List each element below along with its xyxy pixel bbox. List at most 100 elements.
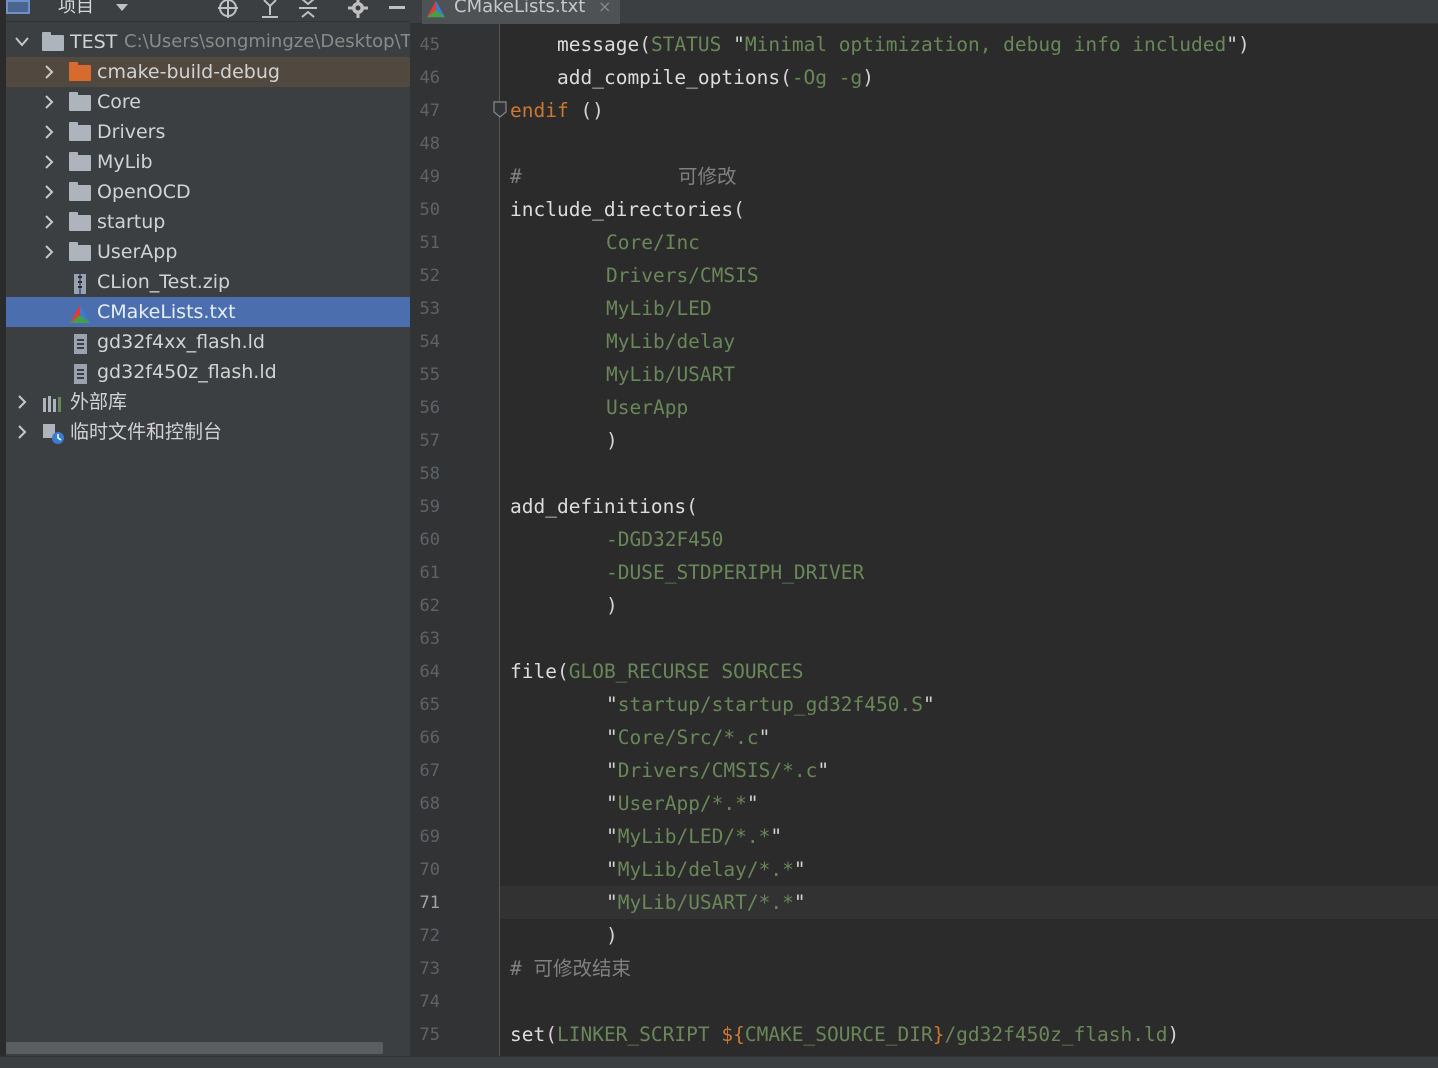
code-include-dir[interactable]: UserApp bbox=[606, 397, 688, 419]
tree-item-label: gd32f4xx_flash.ld bbox=[97, 331, 265, 353]
code-line[interactable]: file(GLOB_RECURSE SOURCES bbox=[510, 661, 804, 683]
editor-tab-bar: CMakeLists.txt × bbox=[410, 0, 1438, 24]
folder-icon bbox=[69, 182, 91, 201]
folder-icon bbox=[69, 62, 91, 81]
line-number: 49 bbox=[419, 167, 440, 187]
folder-icon bbox=[69, 212, 91, 231]
line-number: 62 bbox=[419, 596, 440, 616]
chevron-right-icon[interactable] bbox=[41, 207, 57, 237]
line-number: 63 bbox=[419, 629, 440, 649]
line-number: 56 bbox=[419, 398, 440, 418]
code-close-paren[interactable]: ) bbox=[606, 925, 618, 947]
chevron-right-icon[interactable] bbox=[41, 177, 57, 207]
code-line[interactable]: add_definitions( bbox=[510, 496, 698, 518]
line-number: 74 bbox=[419, 992, 440, 1012]
code-close-paren[interactable]: ) bbox=[606, 430, 618, 452]
code-include-dir[interactable]: Core/Inc bbox=[606, 232, 700, 254]
code-include-dir[interactable]: MyLib/delay bbox=[606, 331, 735, 353]
folder-icon bbox=[69, 92, 91, 111]
tree-scratches-consoles[interactable]: 临时文件和控制台 bbox=[6, 417, 410, 447]
code-comment[interactable]: # 可修改 bbox=[510, 166, 737, 188]
code-source-glob[interactable]: "Drivers/CMSIS/*.c" bbox=[606, 760, 829, 782]
tree-item-mylib[interactable]: MyLib bbox=[6, 147, 410, 177]
fold-marker-icon[interactable] bbox=[493, 101, 507, 118]
tree-item-label: startup bbox=[97, 211, 166, 233]
tree-item-label: CLion_Test.zip bbox=[97, 271, 231, 293]
code-source-glob[interactable]: "UserApp/*.*" bbox=[606, 793, 759, 815]
text-file-icon bbox=[69, 363, 91, 384]
chevron-down-icon[interactable] bbox=[110, 0, 134, 18]
line-number: 52 bbox=[419, 266, 440, 286]
project-icon bbox=[6, 0, 30, 14]
project-panel-header: 项目 bbox=[6, 0, 410, 22]
line-number: 73 bbox=[419, 959, 440, 979]
code-close-paren[interactable]: ) bbox=[606, 595, 618, 617]
tree-item-gd32f4xx-flash[interactable]: gd32f4xx_flash.ld bbox=[6, 327, 410, 357]
tree-item-userapp[interactable]: UserApp bbox=[6, 237, 410, 267]
gear-icon[interactable] bbox=[344, 0, 372, 18]
project-panel-title[interactable]: 项目 bbox=[58, 0, 94, 17]
tree-root-test[interactable]: TEST C:\Users\songmingze\Desktop\TE bbox=[6, 27, 410, 57]
code-line[interactable]: message(STATUS "Minimal optimization, de… bbox=[557, 34, 1250, 56]
zip-file-icon bbox=[69, 273, 91, 294]
project-tree: TEST C:\Users\songmingze\Desktop\TE cmak… bbox=[6, 27, 410, 447]
line-number: 70 bbox=[419, 860, 440, 880]
code-source-glob[interactable]: "MyLib/delay/*.*" bbox=[606, 859, 806, 881]
chevron-right-icon[interactable] bbox=[14, 387, 30, 417]
tree-external-libraries-label: 外部库 bbox=[70, 391, 128, 413]
chevron-right-icon[interactable] bbox=[41, 117, 57, 147]
chevron-right-icon[interactable] bbox=[41, 57, 57, 87]
tree-item-drivers[interactable]: Drivers bbox=[6, 117, 410, 147]
tree-item-cmakelists[interactable]: CMakeLists.txt bbox=[6, 297, 410, 327]
line-number: 65 bbox=[419, 695, 440, 715]
tree-item-core[interactable]: Core bbox=[6, 87, 410, 117]
code-definition[interactable]: -DUSE_STDPERIPH_DRIVER bbox=[606, 562, 864, 584]
line-number: 55 bbox=[419, 365, 440, 385]
code-include-dir[interactable]: Drivers/CMSIS bbox=[606, 265, 759, 287]
code-source-glob[interactable]: "Core/Src/*.c" bbox=[606, 727, 770, 749]
library-icon bbox=[42, 393, 64, 412]
tree-item-label: cmake-build-debug bbox=[97, 61, 280, 83]
tree-item-label: CMakeLists.txt bbox=[97, 301, 236, 323]
tree-item-label: UserApp bbox=[97, 241, 178, 263]
code-definition[interactable]: -DGD32F450 bbox=[606, 529, 723, 551]
tree-item-cmake-build-debug[interactable]: cmake-build-debug bbox=[6, 57, 410, 87]
chevron-right-icon[interactable] bbox=[14, 417, 30, 447]
expand-all-icon[interactable] bbox=[256, 0, 284, 18]
tree-item-gd32f450z-flash[interactable]: gd32f450z_flash.ld bbox=[6, 357, 410, 387]
line-number: 67 bbox=[419, 761, 440, 781]
locate-target-icon[interactable] bbox=[214, 0, 242, 18]
tab-cmakelists[interactable]: CMakeLists.txt × bbox=[422, 0, 620, 24]
line-number: 69 bbox=[419, 827, 440, 847]
tree-item-startup[interactable]: startup bbox=[6, 207, 410, 237]
tree-item-label: OpenOCD bbox=[97, 181, 191, 203]
code-line[interactable]: endif () bbox=[510, 100, 604, 122]
code-source-glob[interactable]: "MyLib/LED/*.*" bbox=[606, 826, 782, 848]
tab-label: CMakeLists.txt bbox=[454, 0, 586, 17]
chevron-right-icon[interactable] bbox=[41, 147, 57, 177]
folder-icon bbox=[69, 242, 91, 261]
minimize-icon[interactable] bbox=[384, 0, 410, 18]
tree-external-libraries[interactable]: 外部库 bbox=[6, 387, 410, 417]
code-line[interactable]: set(LINKER_SCRIPT ${CMAKE_SOURCE_DIR}/gd… bbox=[510, 1024, 1179, 1046]
tree-item-openocd[interactable]: OpenOCD bbox=[6, 177, 410, 207]
code-include-dir[interactable]: MyLib/USART bbox=[606, 364, 735, 386]
folder-icon bbox=[69, 122, 91, 141]
code-comment[interactable]: # 可修改结束 bbox=[510, 958, 631, 980]
code-line[interactable]: include_directories( bbox=[510, 199, 745, 221]
chevron-right-icon[interactable] bbox=[41, 237, 57, 267]
collapse-all-icon[interactable] bbox=[294, 0, 322, 18]
close-icon[interactable]: × bbox=[598, 0, 611, 18]
line-number: 75 bbox=[419, 1025, 440, 1045]
horizontal-scrollbar[interactable] bbox=[6, 1042, 383, 1054]
chevron-right-icon[interactable] bbox=[41, 87, 57, 117]
code-source-glob-current[interactable]: "MyLib/USART/*.*" bbox=[606, 892, 806, 914]
chevron-down-icon[interactable] bbox=[14, 27, 30, 57]
code-line[interactable]: add_compile_options(-Og -g) bbox=[557, 67, 874, 89]
tree-item-clion-test-zip[interactable]: CLion_Test.zip bbox=[6, 267, 410, 297]
code-source-glob[interactable]: "startup/startup_gd32f450.S" bbox=[606, 694, 935, 716]
line-number: 53 bbox=[419, 299, 440, 319]
line-number-current: 71 bbox=[419, 893, 440, 913]
tree-scratches-label: 临时文件和控制台 bbox=[70, 421, 223, 443]
code-include-dir[interactable]: MyLib/LED bbox=[606, 298, 712, 320]
